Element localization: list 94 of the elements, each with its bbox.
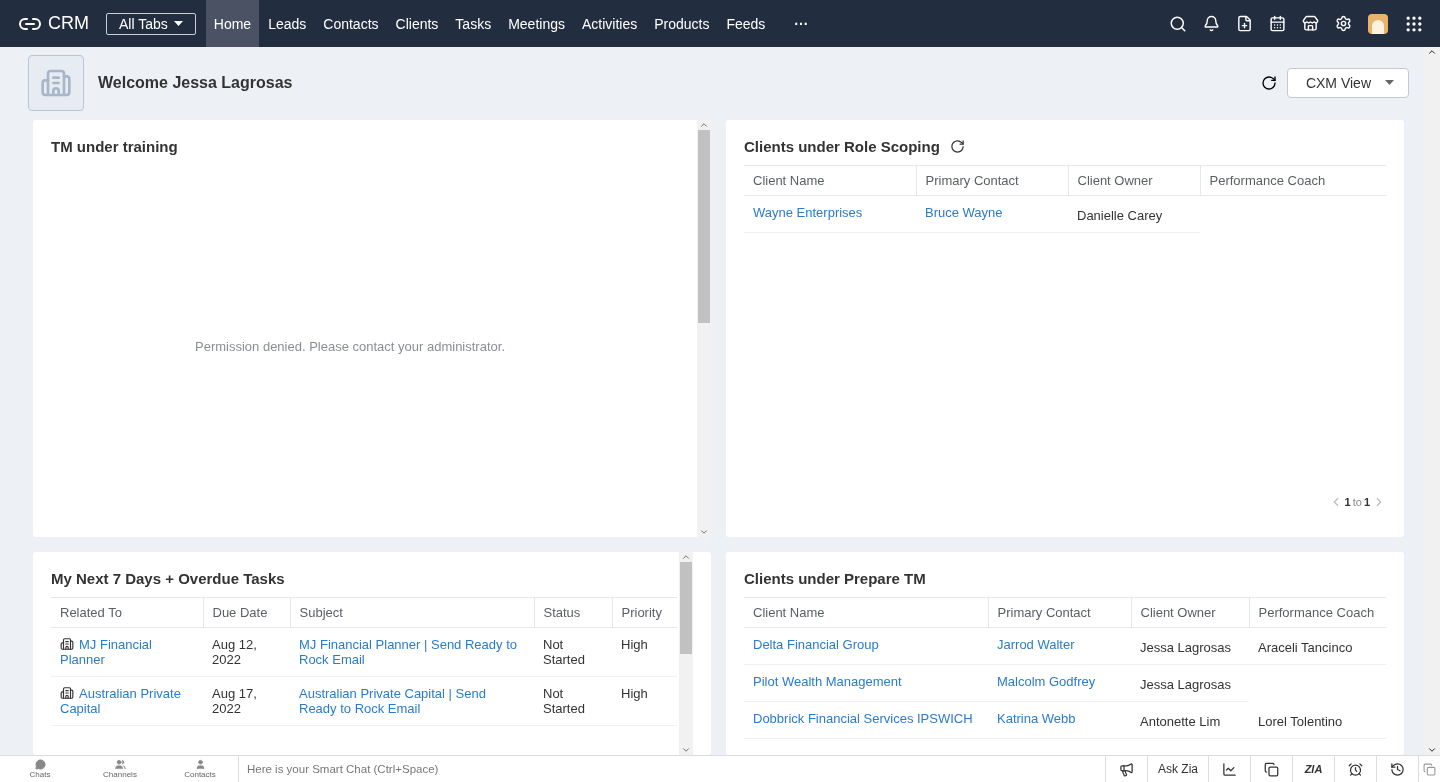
chat-nav-item[interactable]: Chats [0,759,80,779]
scroll-up-icon[interactable] [681,552,691,562]
pagination: 1 to 1 [1328,495,1386,537]
scroll-down-icon[interactable] [699,527,709,537]
building-icon [60,686,74,700]
table-cell: Aug 17, 2022 [212,686,257,716]
nav-tab[interactable]: Tasks [447,0,500,47]
column-header[interactable]: Subject [290,597,534,628]
record-link[interactable]: Malcolm Godfrey [997,674,1122,689]
column-header[interactable]: Performance Coach [1249,597,1386,628]
nav-tab[interactable]: Home [205,0,260,47]
table-cell: Not Started [543,637,585,667]
record-link[interactable]: MJ Financial Planner | Send Ready to Rock Email [299,637,525,667]
people-icon [114,759,126,770]
scrollbar[interactable] [697,120,711,537]
more-button[interactable]: ··· [788,14,815,33]
welcome-text: Welcome Jessa Lagrosas [98,73,293,92]
card-title: Clients under Role Scoping [744,138,1386,155]
column-header[interactable]: Client Name [744,165,916,196]
column-header[interactable]: Due Date [203,597,290,628]
record-link[interactable]: Pilot Wealth Management [753,674,979,689]
table-cell: Lorel Tolentino [1258,713,1343,729]
view-dropdown[interactable]: CXM View [1286,67,1409,98]
chat-nav-item[interactable]: Channels [80,759,160,779]
table-cell: Danielle Carey [1077,208,1163,223]
column-header[interactable]: Status [534,597,612,628]
table-cell: Not Started [543,686,585,716]
nav-tab[interactable]: Feeds [718,0,774,47]
store-icon[interactable] [1302,15,1319,32]
refresh-icon[interactable] [1260,74,1277,91]
column-header[interactable]: Primary Contact [916,165,1068,196]
pages-icon [1423,762,1436,776]
record-link[interactable]: Katrina Webb [997,711,1122,726]
chart-icon [1222,761,1237,777]
add-document-icon[interactable] [1236,15,1253,32]
search-icon[interactable] [1169,14,1187,33]
column-header[interactable]: Primary Contact [988,597,1131,628]
app-logo[interactable]: CRM [48,13,89,34]
avatar-icon[interactable] [1368,13,1388,34]
megaphone-icon [1119,761,1134,777]
record-link[interactable]: MJ Financial Planner [60,637,194,667]
bell-icon[interactable] [1203,15,1220,32]
nav-tab[interactable]: Leads [260,0,315,47]
record-link[interactable]: Australian Private Capital [60,686,194,716]
nav-tab[interactable]: Activities [573,0,646,47]
settings-icon[interactable] [1335,15,1352,32]
scrollbar[interactable] [679,552,693,755]
all-tabs-button[interactable]: All Tabs [106,12,196,35]
column-header[interactable]: Performance Coach [1200,165,1386,196]
nav-tab[interactable]: Products [646,0,718,47]
permission-message: Permission denied. Please contact your administrator. [195,338,506,354]
column-header[interactable]: Client Owner [1131,597,1249,628]
record-link[interactable]: Australian Private Capital | Send Ready to Rock Email [299,686,525,716]
table-cell: Jessa Lagrosas [1140,640,1232,655]
pages-icon [1264,761,1279,777]
table-cell: Araceli Tancinco [1258,640,1353,655]
caret-icon [173,21,183,26]
scroll-down-icon[interactable] [1427,745,1437,755]
organization-icon [28,54,84,111]
scroll-up-icon[interactable] [699,120,709,130]
table-cell: Antonette Lim [1140,714,1221,729]
scroll-thumb[interactable] [698,130,710,324]
scroll-down-icon[interactable] [681,745,691,755]
chat-bubble-icon [34,759,46,770]
refresh-icon[interactable] [949,139,965,154]
chat-nav-item[interactable]: Contacts [160,759,240,779]
scroll-thumb[interactable] [680,562,692,654]
column-header[interactable]: Client Name [744,597,988,628]
column-header[interactable]: Related To [51,597,203,628]
person-icon [194,759,206,770]
record-link[interactable]: Bruce Wayne [925,205,1059,220]
nav-tab[interactable]: Clients [387,0,447,47]
column-header[interactable]: Client Owner [1068,165,1200,196]
record-link[interactable]: Delta Financial Group [753,637,979,652]
table-cell: Jessa Lagrosas [1140,677,1232,692]
record-link[interactable]: Jarrod Walter [997,637,1122,652]
building-icon [60,637,74,651]
history-icon [1390,761,1405,777]
nav-tab[interactable]: Meetings [500,0,573,47]
alarm-clock-icon [1348,761,1363,777]
table-cell: High [621,637,648,652]
table-cell: Aug 12, 2022 [212,637,257,667]
card-title: Clients under Prepare TM [744,570,927,587]
page-scrollbar[interactable] [1424,47,1440,755]
record-link[interactable]: Dobbrick Financial Services IPSWICH [753,711,979,726]
caret-icon [1385,80,1394,85]
calendar-icon[interactable] [1269,15,1286,32]
nav-tab[interactable]: Contacts [315,0,387,47]
scroll-up-icon[interactable] [1427,47,1437,57]
record-link[interactable]: Wayne Enterprises [753,205,907,220]
card-title: TM under training [51,138,179,155]
column-header[interactable]: Priority [612,597,677,628]
card-title: My Next 7 Days + Overdue Tasks [51,570,286,587]
table-cell: High [621,686,648,701]
